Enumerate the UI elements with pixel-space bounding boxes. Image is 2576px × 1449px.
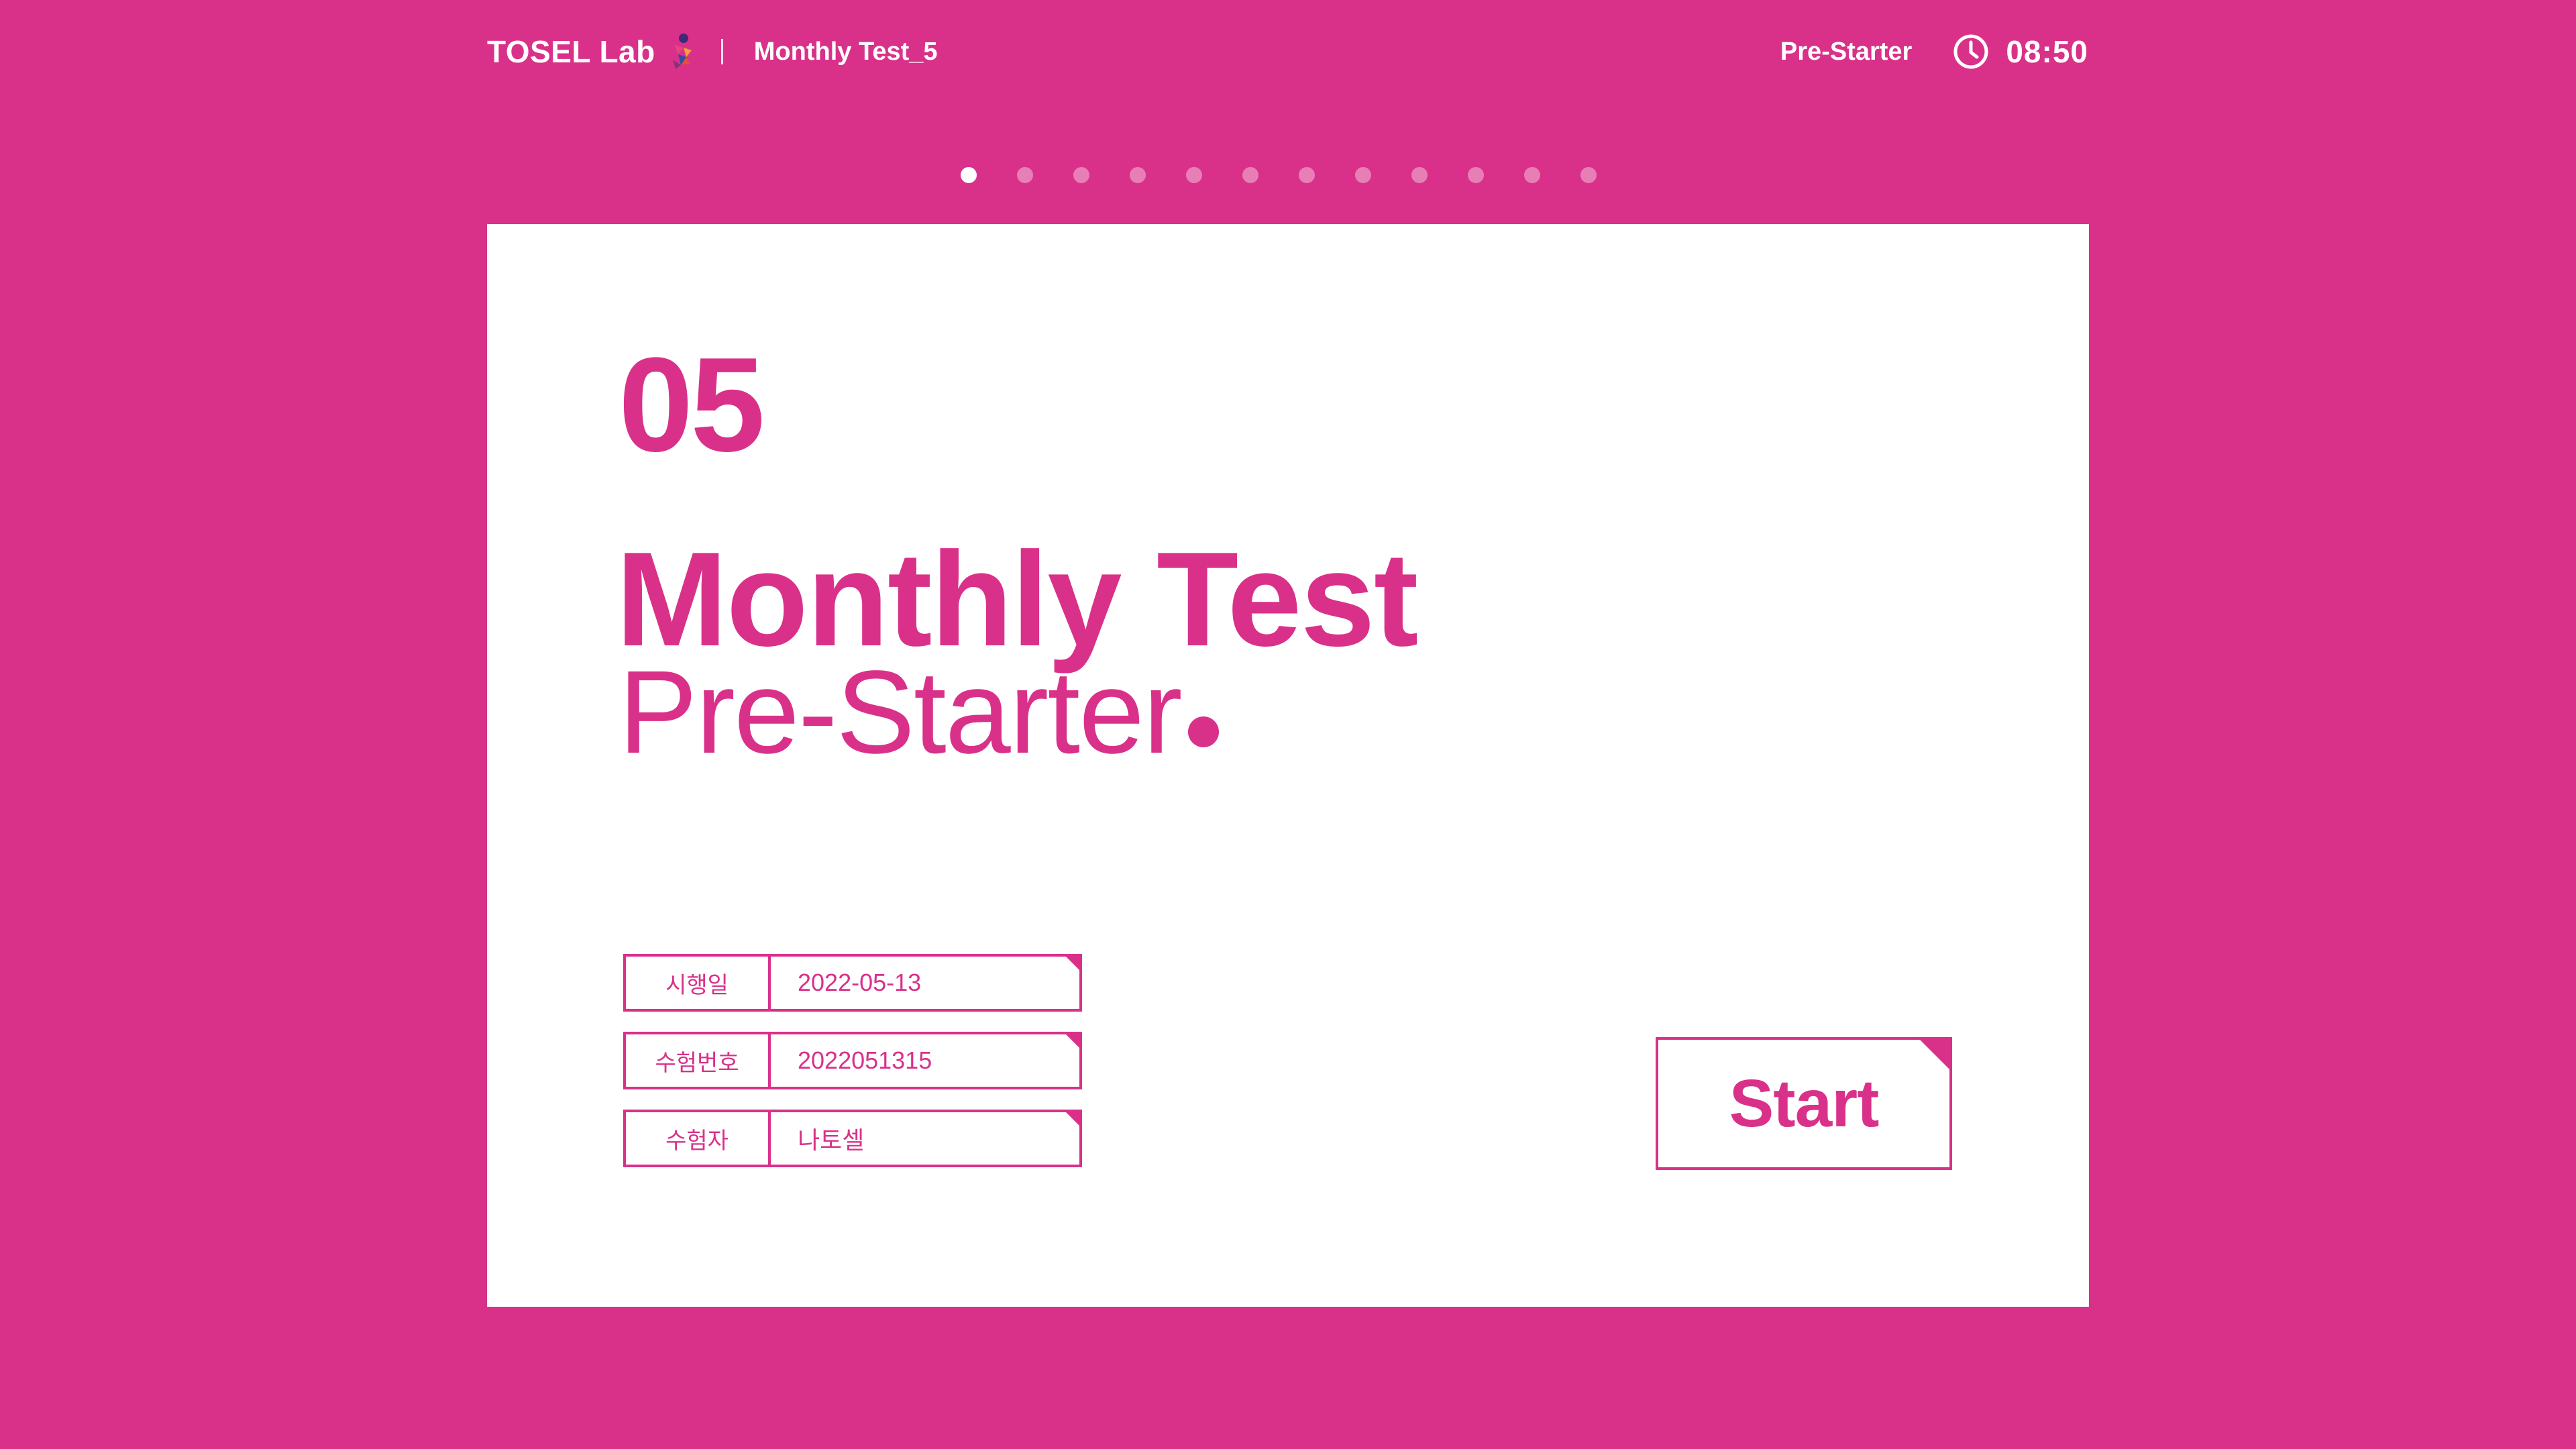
info-row-examinee: 수험자 나토셀 — [623, 1110, 1082, 1167]
progress-dot-10[interactable] — [1468, 167, 1484, 183]
start-label: Start — [1729, 1065, 1880, 1141]
subtitle-text: Pre-Starter — [619, 647, 1183, 778]
progress-dot-12[interactable] — [1580, 167, 1597, 183]
test-name: Monthly Test_5 — [753, 38, 938, 66]
info-label: 수험번호 — [626, 1034, 771, 1087]
subtitle-dot — [1187, 716, 1219, 747]
header-divider — [720, 39, 723, 64]
test-intro-card: 05 Monthly Test Pre-Starter 시행일 2022-05-… — [487, 224, 2089, 1307]
timer: 08:50 — [2006, 34, 2088, 69]
progress-dot-5[interactable] — [1186, 167, 1202, 183]
info-value: 2022-05-13 — [798, 969, 922, 996]
info-value: 2022051315 — [798, 1046, 932, 1074]
progress-dot-1[interactable] — [961, 167, 977, 183]
info-label: 시행일 — [626, 957, 771, 1009]
progress-dot-9[interactable] — [1411, 167, 1428, 183]
progress-dot-3[interactable] — [1073, 167, 1089, 183]
level-label: Pre-Starter — [1780, 37, 1913, 66]
question-progress-dots — [961, 167, 1597, 183]
test-level-subtitle: Pre-Starter — [619, 653, 1219, 771]
tosel-lab-logo-icon — [669, 33, 696, 70]
exam-info-table: 시행일 2022-05-13 수험번호 2022051315 수험자 나토셀 — [623, 954, 1082, 1187]
info-value: 나토셀 — [798, 1126, 865, 1154]
progress-dot-7[interactable] — [1299, 167, 1315, 183]
header-status: Pre-Starter 08:50 — [1780, 30, 2088, 74]
brand: TOSEL Lab Monthly Test_5 — [487, 31, 938, 72]
progress-dot-2[interactable] — [1017, 167, 1033, 183]
brand-name: TOSEL Lab — [487, 34, 655, 69]
progress-dot-8[interactable] — [1355, 167, 1371, 183]
progress-dot-4[interactable] — [1130, 167, 1146, 183]
info-label: 수험자 — [626, 1112, 771, 1165]
start-button[interactable]: Start — [1656, 1037, 1952, 1170]
test-number: 05 — [619, 330, 765, 480]
top-bar: TOSEL Lab Monthly Test_5 Pre-Starter 08:… — [0, 0, 2576, 107]
info-row-exam-date: 시행일 2022-05-13 — [623, 954, 1082, 1012]
progress-dot-6[interactable] — [1242, 167, 1258, 183]
clock-icon — [1952, 33, 1990, 70]
info-row-exam-number: 수험번호 2022051315 — [623, 1032, 1082, 1089]
progress-dot-11[interactable] — [1524, 167, 1540, 183]
